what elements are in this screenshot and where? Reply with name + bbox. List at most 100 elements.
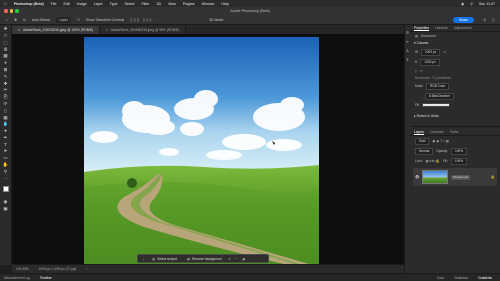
blur-tool-icon[interactable]: 💧 bbox=[3, 121, 9, 127]
layer-name[interactable]: Background bbox=[451, 174, 471, 180]
eyedropper-tool-icon[interactable]: ✎ bbox=[3, 74, 9, 79]
more-options-icon[interactable]: ··· bbox=[235, 257, 238, 261]
tab-channels[interactable]: Channels bbox=[430, 130, 444, 134]
layer-row-background[interactable]: 👁 Background 🔒 bbox=[413, 168, 497, 186]
dodge-tool-icon[interactable]: ● bbox=[3, 128, 9, 134]
bits-dropdown[interactable]: 8 Bits/Channel bbox=[425, 92, 454, 100]
tab-measurement-log[interactable]: Measurement Log bbox=[4, 276, 30, 280]
character-icon[interactable]: A bbox=[406, 49, 408, 53]
rulers-section-header[interactable]: ▸ Rulers & Grids bbox=[410, 112, 500, 120]
frame-tool-icon[interactable]: ⊠ bbox=[3, 67, 9, 73]
tab-document-1[interactable]: × AdobeStock_215042316.jpeg @ 100% (RGB/… bbox=[12, 26, 100, 34]
tab-paths[interactable]: Paths bbox=[450, 130, 458, 134]
3d-mode-label[interactable]: 3D Mode: bbox=[209, 18, 224, 22]
drag-handle-icon[interactable]: ⋮ bbox=[142, 257, 145, 261]
layer-kind-dropdown[interactable]: Kind bbox=[415, 137, 430, 145]
menu-select[interactable]: Select bbox=[124, 2, 134, 6]
shape-tool-icon[interactable]: ▭ bbox=[3, 155, 9, 161]
screen-mode-icon[interactable]: ▣ bbox=[3, 206, 9, 211]
menu-3d[interactable]: 3D bbox=[156, 2, 161, 6]
tab-document-2[interactable]: × AdobeStock_354560515.jpeg @ 96% (RGB/8… bbox=[99, 26, 186, 34]
menu-help[interactable]: Help bbox=[221, 2, 228, 6]
history-icon[interactable]: ☰ bbox=[406, 31, 409, 35]
stamp-tool-icon[interactable]: ⎘ bbox=[3, 94, 9, 100]
object-select-tool-icon[interactable]: ▩ bbox=[3, 54, 9, 59]
width-field[interactable]: 1000 px bbox=[421, 48, 441, 56]
tab-timeline[interactable]: Timeline bbox=[40, 276, 52, 280]
menu-image[interactable]: Image bbox=[77, 2, 87, 6]
tab-color[interactable]: Color bbox=[437, 276, 445, 280]
blend-mode-dropdown[interactable]: Normal bbox=[415, 147, 434, 155]
move-tool-icon[interactable]: ✥ bbox=[14, 18, 17, 22]
menu-window[interactable]: Window bbox=[202, 2, 215, 6]
layer-fill-field[interactable]: 100% bbox=[450, 157, 467, 165]
eraser-tool-icon[interactable]: ▯ bbox=[3, 108, 9, 113]
portrait-icon[interactable]: ▯ bbox=[415, 69, 417, 73]
foreground-color-swatch[interactable] bbox=[2, 185, 13, 196]
height-field[interactable]: 1000 px bbox=[420, 58, 440, 66]
tab-gradients[interactable]: Gradients bbox=[478, 276, 492, 280]
zoom-level[interactable]: 100.00% bbox=[16, 267, 29, 271]
home-icon[interactable]: ⌂ bbox=[6, 18, 8, 22]
zoom-window-button[interactable] bbox=[15, 9, 19, 13]
zoom-tool-icon[interactable]: ⚲ bbox=[3, 169, 9, 174]
workspace-icon[interactable]: ▢ bbox=[492, 18, 495, 22]
close-window-button[interactable] bbox=[4, 9, 8, 13]
clock[interactable]: Sun 11:47 bbox=[479, 2, 495, 6]
select-subject-button[interactable]: ▥ Select subject bbox=[149, 257, 180, 261]
healing-tool-icon[interactable]: ✚ bbox=[3, 81, 9, 86]
transform-checkbox[interactable]: ☐ bbox=[77, 18, 80, 22]
search-icon[interactable]: ⚲ bbox=[470, 2, 473, 6]
menu-layer[interactable]: Layer bbox=[94, 2, 103, 6]
menu-filter[interactable]: Filter bbox=[141, 2, 149, 6]
pen-tool-icon[interactable]: ✒ bbox=[3, 135, 9, 141]
move-tool-icon[interactable]: ✥ bbox=[3, 27, 9, 32]
menu-plugins[interactable]: Plugins bbox=[183, 2, 195, 6]
wifi-icon[interactable]: ◉ bbox=[461, 2, 464, 6]
path-select-tool-icon[interactable]: ➤ bbox=[3, 149, 9, 154]
menu-edit[interactable]: Edit bbox=[63, 2, 69, 6]
quick-mask-icon[interactable]: ◉ bbox=[3, 199, 9, 205]
tab-swatches[interactable]: Swatches bbox=[454, 276, 468, 280]
auto-select-dropdown[interactable]: Layer bbox=[56, 16, 71, 23]
brush-icon[interactable]: ✏ bbox=[229, 257, 232, 261]
tab-layers[interactable]: Layers bbox=[414, 130, 424, 135]
tab-libraries[interactable]: Libraries bbox=[435, 26, 448, 30]
document-image[interactable] bbox=[84, 37, 319, 264]
minimize-window-button[interactable] bbox=[9, 9, 13, 13]
chevron-right-icon[interactable]: › bbox=[86, 267, 87, 271]
close-tab-icon[interactable]: × bbox=[18, 28, 20, 32]
type-tool-icon[interactable]: T bbox=[3, 142, 9, 147]
menu-file[interactable]: File bbox=[51, 2, 57, 6]
fill-color-field[interactable] bbox=[422, 102, 451, 107]
document-dimensions[interactable]: 1000 px x 1000 px (72 ppi) bbox=[39, 267, 77, 271]
canvas-section-header[interactable]: ▾ Canvas bbox=[410, 39, 500, 47]
search-icon[interactable]: ⚲ bbox=[484, 18, 486, 22]
tab-properties[interactable]: Properties bbox=[414, 26, 430, 31]
share-button[interactable]: Share bbox=[452, 17, 474, 23]
close-tab-icon[interactable]: × bbox=[106, 28, 108, 32]
more-tools-icon[interactable]: ··· bbox=[3, 176, 9, 181]
menu-app[interactable]: Photoshop (Beta) bbox=[14, 2, 44, 6]
remove-background-button[interactable]: ▤ Remove background bbox=[184, 257, 224, 261]
tab-adjustments[interactable]: Adjustments bbox=[454, 26, 472, 30]
menu-type[interactable]: Type bbox=[110, 2, 118, 6]
apple-icon[interactable]:  bbox=[4, 2, 7, 6]
mode-dropdown[interactable]: RGB Color bbox=[425, 82, 450, 90]
auto-select-checkbox[interactable]: ☑ bbox=[23, 18, 26, 22]
paragraph-icon[interactable]: ¶ bbox=[407, 58, 409, 62]
pin-icon[interactable]: ▤ bbox=[242, 257, 245, 261]
opacity-field[interactable]: 100% bbox=[450, 147, 468, 155]
gradient-tool-icon[interactable]: ▦ bbox=[3, 115, 9, 120]
artboard-tool-icon[interactable]: □ bbox=[3, 33, 9, 39]
history-brush-tool-icon[interactable]: ⟳ bbox=[3, 101, 9, 107]
align-icons[interactable]: ▯▯▯ ▯▯▯ ··· bbox=[130, 18, 163, 22]
brush-tool-icon[interactable]: ✏ bbox=[3, 88, 9, 93]
filter-icons[interactable]: ▣◉T□▦ bbox=[432, 139, 450, 143]
hand-tool-icon[interactable]: ✋ bbox=[3, 162, 9, 168]
menu-view[interactable]: View bbox=[168, 2, 176, 6]
lock-icons[interactable]: ▦✎✥□🔒 bbox=[426, 159, 440, 163]
marquee-tool-icon[interactable]: ⬚ bbox=[3, 40, 9, 46]
visibility-icon[interactable]: 👁 bbox=[415, 175, 419, 179]
crop-tool-icon[interactable]: ⌖ bbox=[3, 60, 9, 66]
